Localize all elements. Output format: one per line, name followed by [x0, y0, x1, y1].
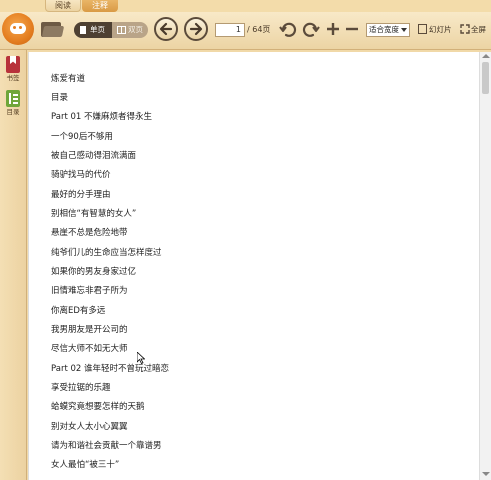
doc-line: 尽信大师不如无大师: [51, 344, 128, 354]
doc-line: 你离ED有多远: [51, 306, 106, 316]
doc-line: 目录: [51, 93, 69, 103]
rotate-left-icon[interactable]: [279, 21, 297, 39]
vertical-scrollbar[interactable]: [479, 52, 491, 480]
slideshow-button[interactable]: 幻灯片: [418, 22, 452, 38]
doc-line: Part 02 谁年轻时不曾玩过暗恋: [51, 364, 170, 374]
document-page[interactable]: 炼爱有道 目录 Part 01 不嫌麻烦者得永生 一个90后不够用 被自己感动得…: [28, 52, 479, 480]
fullscreen-icon: [460, 24, 470, 34]
view-mode-switch: 单页 双页: [74, 22, 148, 38]
zoom-mode-select[interactable]: 适合宽度: [366, 23, 410, 37]
mouse-cursor-icon: [137, 352, 145, 364]
open-folder-icon[interactable]: [41, 20, 65, 38]
doc-line: 蛤蟆究竟想要怎样的天鹅: [51, 402, 145, 412]
double-page-button[interactable]: 双页: [112, 22, 148, 38]
doc-line: 悬崖不总是危险地带: [51, 228, 128, 238]
slideshow-icon: [418, 24, 427, 34]
prev-page-button[interactable]: [154, 17, 178, 41]
toc-icon: [6, 90, 20, 107]
page-total-label: / 64页: [247, 25, 271, 34]
doc-line: 纯爷们儿的生命应当怎样度过: [51, 248, 162, 258]
doc-line: 别相信“有智慧的女人”: [51, 209, 137, 219]
app-logo[interactable]: [2, 13, 34, 45]
zoom-in-icon[interactable]: [326, 22, 340, 36]
single-page-icon: [80, 26, 86, 34]
rotate-right-icon[interactable]: [302, 21, 320, 39]
arrow-right-icon: [189, 22, 203, 36]
single-page-button[interactable]: 单页: [74, 22, 112, 38]
doc-line: 享受拉锯的乐趣: [51, 383, 111, 393]
page-number-input[interactable]: 1: [215, 23, 245, 37]
logo-icon: [10, 23, 26, 34]
doc-line: 女人最怕“被三十”: [51, 460, 120, 470]
scroll-down-icon[interactable]: [482, 472, 490, 476]
toolbar: 单页 双页 1 / 64页 适合宽度 幻灯片 全屏: [0, 12, 491, 50]
sidebar: 书签 目录: [0, 50, 27, 480]
doc-line: 我男朋友是开公司的: [51, 325, 128, 335]
doc-line: 最好的分手理由: [51, 190, 111, 200]
scroll-thumb[interactable]: [482, 62, 489, 94]
next-page-button[interactable]: [184, 17, 208, 41]
tab-read[interactable]: 阅读: [45, 0, 81, 12]
tab-annotate[interactable]: 注释: [82, 0, 118, 12]
tab-strip: 阅读 注释: [0, 0, 491, 12]
scroll-up-icon[interactable]: [482, 54, 490, 58]
doc-line: 请为和谐社会贡献一个靠谱男: [51, 441, 162, 451]
doc-line: 如果你的男友身家过亿: [51, 267, 137, 277]
doc-line: 旧情难忘非君子所为: [51, 286, 128, 296]
sidebar-item-bookmarks[interactable]: 书签: [2, 56, 24, 82]
sidebar-item-toc[interactable]: 目录: [2, 90, 24, 116]
chevron-down-icon: [401, 28, 407, 32]
doc-line: 骑驴找马的代价: [51, 170, 111, 180]
doc-line: 被自己感动得泪流满面: [51, 151, 137, 161]
doc-line: 炼爱有道: [51, 74, 86, 84]
zoom-out-icon[interactable]: [345, 22, 359, 36]
bookmark-icon: [6, 56, 20, 73]
arrow-left-icon: [159, 22, 173, 36]
doc-line: 别对女人太小心翼翼: [51, 422, 128, 432]
double-page-icon: [117, 26, 126, 34]
doc-line: 一个90后不够用: [51, 132, 113, 142]
fullscreen-button[interactable]: 全屏: [460, 22, 486, 38]
doc-line: Part 01 不嫌麻烦者得永生: [51, 112, 153, 122]
